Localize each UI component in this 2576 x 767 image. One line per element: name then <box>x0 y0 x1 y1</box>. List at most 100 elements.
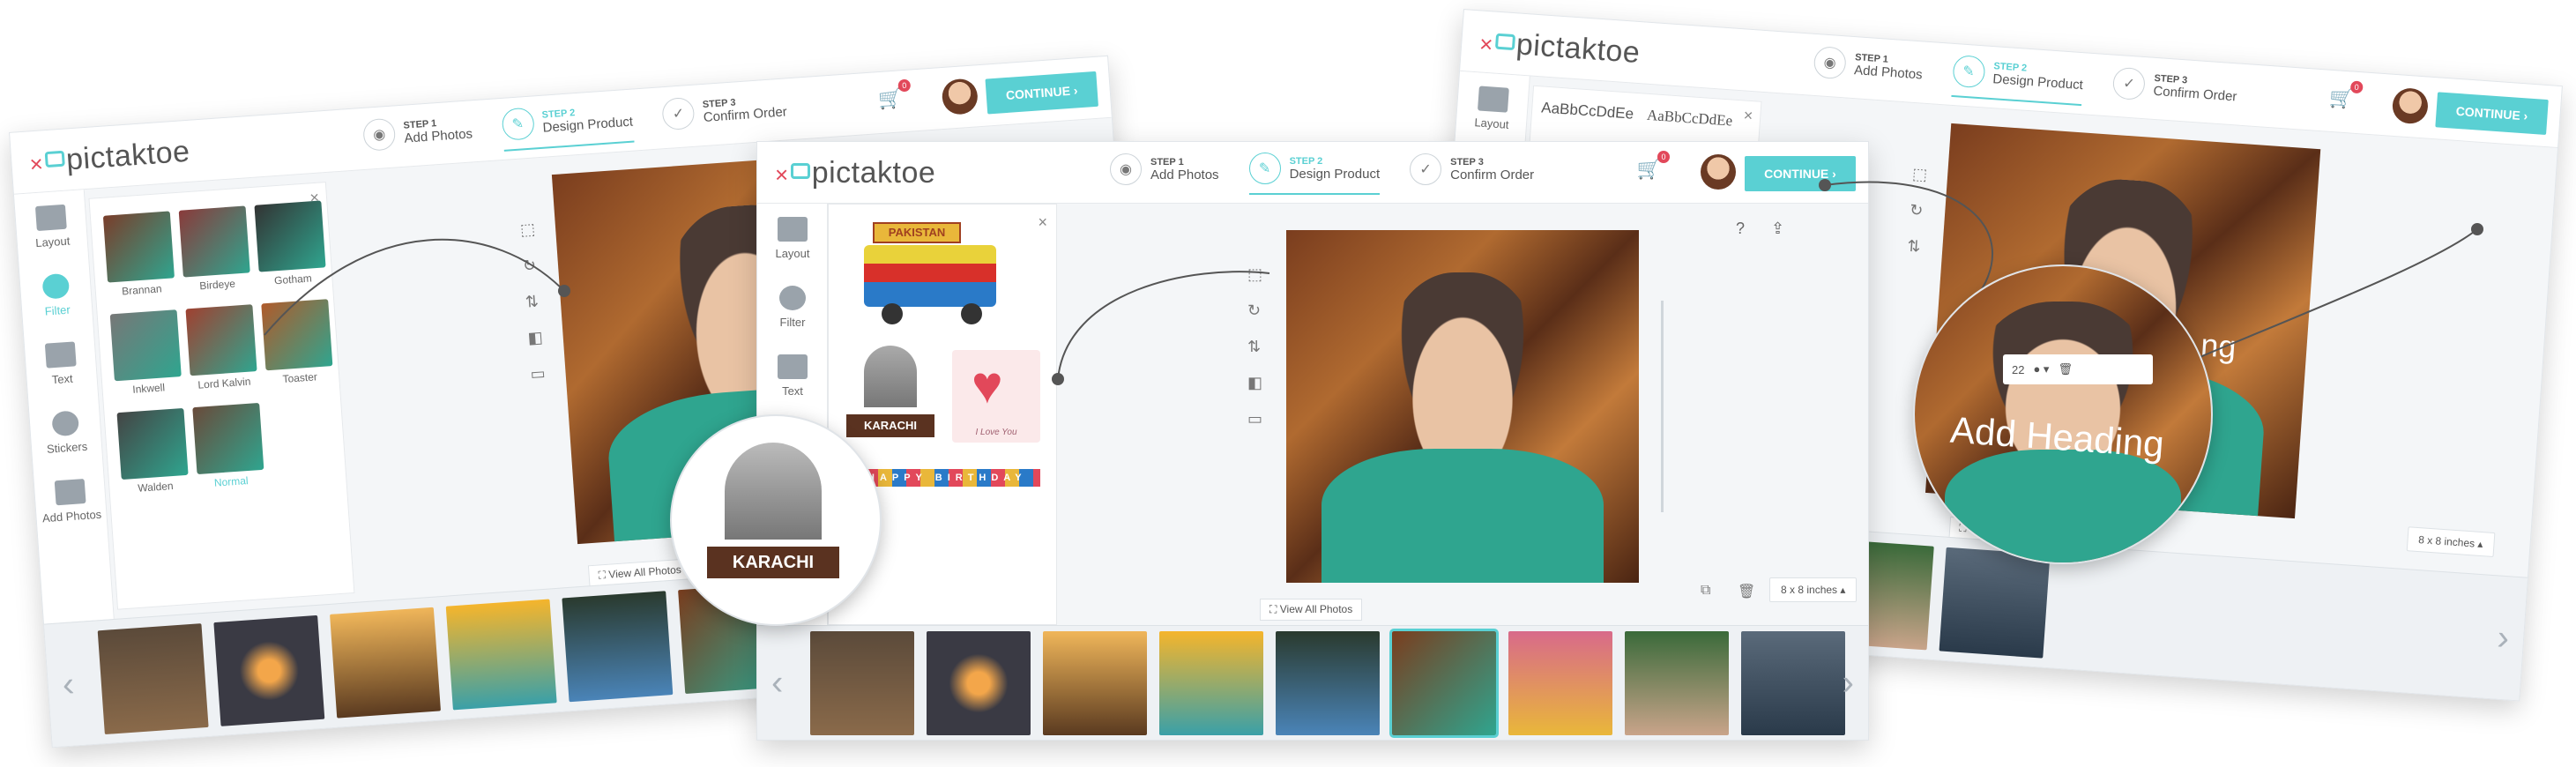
flip-icon[interactable]: ⇅ <box>1907 237 1923 257</box>
filter-option[interactable]: Toaster <box>261 299 333 386</box>
prev-arrow-icon[interactable]: ‹ <box>61 664 75 704</box>
filter-option[interactable]: Lord Kalvin <box>185 304 257 391</box>
camera-icon <box>54 478 86 505</box>
help-icon[interactable]: ? <box>1736 220 1745 238</box>
thumb-boy-leaves[interactable] <box>1389 628 1499 738</box>
canvas-photo[interactable] <box>1286 230 1639 583</box>
tool-text[interactable]: Text <box>757 341 828 410</box>
filter-preview <box>254 200 326 272</box>
thumb-girl-yellow[interactable] <box>445 599 557 710</box>
thumb-woman-field[interactable] <box>1741 630 1845 735</box>
avatar[interactable] <box>941 78 979 115</box>
continue-button[interactable]: CONTINUE › <box>1745 156 1856 191</box>
frame-icon[interactable]: ▭ <box>1247 410 1262 428</box>
continue-button[interactable]: CONTINUE › <box>2435 92 2549 136</box>
avatar[interactable] <box>1701 154 1736 190</box>
thumb-woman-blue[interactable] <box>1276 630 1380 735</box>
step-confirm-order[interactable]: ✓ STEP 3 Confirm Order <box>2111 66 2238 117</box>
rotate-icon[interactable]: ↻ <box>522 257 538 276</box>
cart-icon[interactable]: 🛒 0 <box>2328 80 2364 111</box>
view-all-photos-button[interactable]: ⛶ View All Photos <box>1260 599 1363 621</box>
thumb-firepit[interactable] <box>927 630 1031 735</box>
step-nav: ◉ STEP 1 Add Photos ✎ STEP 2 Design Product … <box>1813 45 2238 116</box>
flip-icon[interactable]: ⇅ <box>1247 338 1262 356</box>
continue-button[interactable]: CONTINUE › <box>985 71 1098 115</box>
filter-option[interactable]: Gotham <box>254 200 326 287</box>
sticker-karachi[interactable]: KARACHI <box>846 346 934 443</box>
step-design-product[interactable]: ✎ STEP 2 Design Product <box>501 100 635 152</box>
mirror-icon[interactable]: ◧ <box>527 328 543 347</box>
size-selector[interactable]: 8 x 8 inches ▴ <box>1769 577 1858 602</box>
color-picker-icon[interactable]: ● ▾ <box>2033 362 2049 376</box>
zoom-slider[interactable] <box>1661 301 1664 512</box>
share-icon[interactable]: ⇪ <box>1771 220 1784 238</box>
text-toolbar: 22 ● ▾ 🗑 <box>2003 354 2153 384</box>
prev-arrow-icon[interactable]: ‹ <box>771 663 783 703</box>
filter-option[interactable]: Birdeye <box>178 205 251 293</box>
thumb-woman-field[interactable] <box>1939 547 2051 659</box>
crop-icon[interactable]: ⬚ <box>519 220 535 240</box>
rotate-icon[interactable]: ↻ <box>1247 302 1262 320</box>
sticker-birthday-banner[interactable]: HAPPY BIRTHDAY <box>864 469 1040 522</box>
tool-text[interactable]: Text <box>24 327 99 400</box>
thumb-girl-yellow[interactable] <box>1159 630 1263 735</box>
logo: × pictaktoe <box>1478 27 1642 71</box>
sticker-icon <box>51 409 80 436</box>
tool-filter[interactable]: Filter <box>19 258 93 331</box>
step-design-product[interactable]: ✎ STEP 2 Design Product <box>1248 153 1381 195</box>
top-bar: × pictaktoe ◉ STEP 1 Add Photos ✎ STEP 2 Desi… <box>757 142 1868 204</box>
close-icon[interactable]: × <box>1038 213 1047 232</box>
size-selector[interactable]: 8 x 8 inches ▴ <box>2406 526 2496 558</box>
tool-layout[interactable]: Layout <box>757 204 828 272</box>
cart-icon[interactable]: 🛒 0 <box>1637 151 1670 181</box>
filter-option[interactable]: Walden <box>116 407 189 495</box>
crop-icon[interactable]: ⬚ <box>1911 165 1928 184</box>
tool-stickers[interactable]: Stickers <box>28 396 103 469</box>
close-icon[interactable]: × <box>1743 106 1753 125</box>
step-confirm-order[interactable]: ✓ STEP 3 Confirm Order <box>1410 153 1534 195</box>
rotate-icon[interactable]: ↻ <box>1910 201 1925 220</box>
step-confirm-order[interactable]: ✓ STEP 3 Confirm Order <box>661 89 788 140</box>
step-add-photos[interactable]: ◉ STEP 1 Add Photos <box>1110 153 1219 195</box>
flip-icon[interactable]: ⇅ <box>525 292 540 311</box>
frame-icon[interactable]: ▭ <box>530 364 546 384</box>
canvas-tools: ⬚ ↻ ⇅ ◧ ▭ <box>1247 265 1262 428</box>
font-size-value[interactable]: 22 <box>2012 363 2024 376</box>
check-icon: ✓ <box>661 96 696 131</box>
thumb-sunset[interactable] <box>1043 630 1147 735</box>
tool-add-photos[interactable]: Add Photos <box>34 464 108 537</box>
font-sample[interactable]: AaBbCcDdEe <box>1646 107 1732 130</box>
pencil-icon: ✎ <box>1248 153 1281 184</box>
next-arrow-icon[interactable]: › <box>1843 663 1854 703</box>
sticker-heart[interactable]: ♥ I Love You <box>952 350 1040 443</box>
step-add-photos[interactable]: ◉ STEP 1 Add Photos <box>361 111 474 161</box>
trash-icon[interactable]: 🗑 <box>1738 583 1755 600</box>
step-design-product[interactable]: ✎ STEP 2 Design Product <box>1950 54 2085 107</box>
sticker-pakistan-truck[interactable]: PAKISTAN <box>864 222 1014 328</box>
filter-icon <box>41 272 71 300</box>
thumb-woman-forest[interactable] <box>1625 630 1729 735</box>
thumb-sunset[interactable] <box>330 607 441 719</box>
thumb-cabin[interactable] <box>97 622 209 734</box>
tool-filter[interactable]: Filter <box>757 272 828 341</box>
filter-label: Normal <box>213 474 249 489</box>
thumb-cabin[interactable] <box>810 630 914 735</box>
thumb-girl-flowers[interactable] <box>1508 630 1612 735</box>
filter-option[interactable]: Normal <box>192 402 264 490</box>
thumb-firepit[interactable] <box>213 614 325 726</box>
font-sample[interactable]: AaBbCcDdEe <box>1541 99 1634 123</box>
filter-option[interactable]: Inkwell <box>109 309 182 397</box>
layout-icon <box>34 204 67 231</box>
crop-icon[interactable]: ⬚ <box>1247 265 1262 284</box>
avatar[interactable] <box>2391 86 2430 125</box>
mirror-icon[interactable]: ◧ <box>1247 374 1262 392</box>
step-add-photos[interactable]: ◉ STEP 1 Add Photos <box>1813 45 1925 95</box>
thumb-woman-blue[interactable] <box>562 590 674 702</box>
cart-icon[interactable]: 🛒 0 <box>878 78 912 111</box>
duplicate-icon[interactable]: ⧉ <box>1701 583 1710 599</box>
tool-layout[interactable]: Layout <box>1456 71 1530 145</box>
filter-option[interactable]: Brannan <box>102 211 175 298</box>
trash-icon[interactable]: 🗑 <box>2058 362 2073 376</box>
next-arrow-icon[interactable]: › <box>2496 618 2510 659</box>
tool-layout[interactable]: Layout <box>14 190 89 263</box>
